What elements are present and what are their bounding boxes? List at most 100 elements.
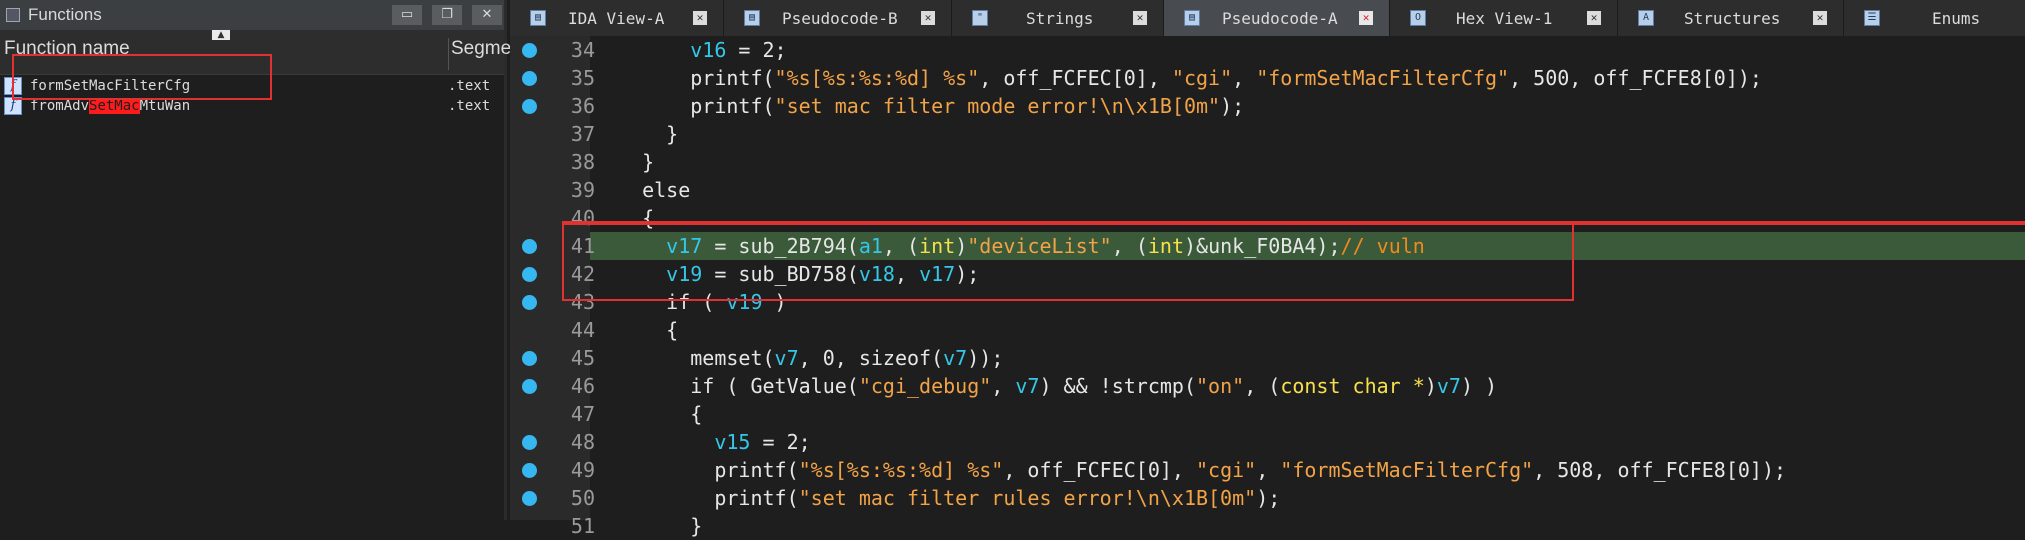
code-text: memset(v7, 0, sizeof(v7));	[618, 346, 1003, 370]
code-line-35[interactable]: 35 printf("%s[%s:%s:%d] %s", off_FCFEC[0…	[510, 64, 2025, 92]
code-text: printf("%s[%s:%s:%d] %s", off_FCFEC[0], …	[618, 458, 1786, 482]
code-token: , 500, off_FCFE8[0]);	[1509, 66, 1762, 90]
code-token: "%s[%s:%s:%d] %s"	[798, 458, 1004, 482]
code-token: v7	[1436, 374, 1461, 398]
column-segment[interactable]: Segme	[448, 38, 511, 70]
tab-label: Enums	[1932, 8, 1981, 28]
breakpoint-dot-icon[interactable]	[522, 43, 537, 58]
code-token: ) && !strcmp(	[1039, 374, 1197, 398]
function-name-suffix: MtuWan	[139, 98, 191, 114]
line-number: 34	[570, 38, 595, 62]
code-token: }	[690, 514, 703, 538]
tab-hex-view-1[interactable]: O Hex View-1 ✕	[1390, 0, 1618, 36]
code-token: {	[666, 318, 679, 342]
code-line-34[interactable]: 34 v16 = 2;	[510, 36, 2025, 64]
code-token: , off_FCFEC[0],	[979, 66, 1172, 90]
ida-view-icon: ▤	[530, 10, 546, 26]
code-line-46[interactable]: 46 if ( GetValue("cgi_debug", v7) && !st…	[510, 372, 2025, 400]
line-number: 46	[570, 374, 595, 398]
breakpoint-dot-icon[interactable]	[522, 351, 537, 366]
breakpoint-dot-icon[interactable]	[522, 239, 537, 254]
code-line-49[interactable]: 49 printf("%s[%s:%s:%d] %s", off_FCFEC[0…	[510, 456, 2025, 484]
breakpoint-dot-icon[interactable]	[522, 379, 537, 394]
code-token: "formSetMacFilterCfg"	[1256, 66, 1510, 90]
tab-ida-view-a[interactable]: ▤ IDA View-A ✕	[510, 0, 724, 36]
breakpoint-dot-icon[interactable]	[522, 99, 537, 114]
code-token: const char *	[1280, 374, 1425, 398]
tab-close-icon[interactable]: ✕	[693, 11, 707, 25]
line-number: 48	[570, 430, 595, 454]
tab-strings[interactable]: " Strings ✕	[952, 0, 1164, 36]
breakpoint-dot-icon[interactable]	[522, 463, 537, 478]
code-token: v15	[714, 430, 751, 454]
code-line-48[interactable]: 48 v15 = 2;	[510, 428, 2025, 456]
code-token: );	[1256, 486, 1281, 510]
code-line-50[interactable]: 50 printf("set mac filter rules error!\n…	[510, 484, 2025, 512]
line-number: 35	[570, 66, 595, 90]
functions-window-icon	[6, 8, 20, 22]
sort-arrow-icon[interactable]: ▲	[212, 30, 230, 40]
tab-close-icon[interactable]: ✕	[1359, 11, 1373, 25]
tab-structures[interactable]: A Structures ✕	[1618, 0, 1844, 36]
function-name[interactable]: fromAdvSetMacMtuWan	[30, 98, 450, 114]
function-segment: .text	[448, 98, 491, 114]
code-text: }	[618, 150, 654, 174]
tab-close-icon[interactable]: ✕	[1133, 11, 1147, 25]
line-number: 37	[570, 122, 595, 146]
functions-pane: Functions ▭ ❐ ✕ ▲ Function name Segme f …	[0, 0, 511, 520]
line-number: 50	[570, 486, 595, 510]
breakpoint-dot-icon[interactable]	[522, 267, 537, 282]
code-line-47[interactable]: 47 {	[510, 400, 2025, 428]
tab-label: IDA View-A	[568, 8, 665, 28]
enums-icon: ☰	[1864, 10, 1880, 26]
function-name-prefix: fromAdv	[30, 98, 90, 114]
tab-close-icon[interactable]: ✕	[1587, 11, 1601, 25]
code-line-37[interactable]: 37 }	[510, 120, 2025, 148]
code-token: "cgi"	[1195, 458, 1257, 482]
code-text: {	[618, 318, 678, 342]
close-icon[interactable]: ✕	[472, 5, 502, 25]
code-token: else	[642, 178, 691, 202]
hex-view-icon: O	[1410, 10, 1426, 26]
annotation-box-function	[12, 54, 272, 100]
breakpoint-dot-icon[interactable]	[522, 491, 537, 506]
code-token: = 2;	[726, 38, 787, 62]
structures-icon: A	[1638, 10, 1654, 26]
tab-pseudocode-b[interactable]: ▤ Pseudocode-B ✕	[724, 0, 952, 36]
tab-label: Pseudocode-A	[1222, 8, 1338, 28]
code-line-36[interactable]: 36 printf("set mac filter mode error!\n\…	[510, 92, 2025, 120]
code-token: }	[642, 150, 655, 174]
code-token: )	[1424, 374, 1437, 398]
functions-title: Functions	[28, 5, 102, 24]
line-number: 49	[570, 458, 595, 482]
code-token: printf(	[714, 458, 799, 482]
functions-title-bar: Functions ▭ ❐ ✕	[0, 0, 504, 30]
code-token: ) )	[1460, 374, 1498, 398]
code-line-51[interactable]: 51 }	[510, 512, 2025, 540]
code-line-44[interactable]: 44 {	[510, 316, 2025, 344]
tab-enums[interactable]: ☰ Enums	[1844, 0, 2025, 36]
function-segment: .text	[448, 78, 491, 94]
code-token: );	[1220, 94, 1245, 118]
restore-icon[interactable]: ▭	[392, 5, 422, 25]
strings-icon: "	[972, 10, 988, 26]
line-number: 51	[570, 514, 595, 538]
float-icon[interactable]: ❐	[432, 5, 462, 25]
code-line-39[interactable]: 39 else	[510, 176, 2025, 204]
tab-close-icon[interactable]: ✕	[1813, 11, 1827, 25]
line-number: 38	[570, 150, 595, 174]
tab-pseudocode-a[interactable]: ▤ Pseudocode-A ✕	[1164, 0, 1390, 36]
code-line-38[interactable]: 38 }	[510, 148, 2025, 176]
annotation-box-vuln	[562, 221, 1574, 301]
breakpoint-dot-icon[interactable]	[522, 295, 537, 310]
breakpoint-dot-icon[interactable]	[522, 71, 537, 86]
breakpoint-dot-icon[interactable]	[522, 435, 537, 450]
tab-close-icon[interactable]: ✕	[921, 11, 935, 25]
code-line-45[interactable]: 45 memset(v7, 0, sizeof(v7));	[510, 344, 2025, 372]
